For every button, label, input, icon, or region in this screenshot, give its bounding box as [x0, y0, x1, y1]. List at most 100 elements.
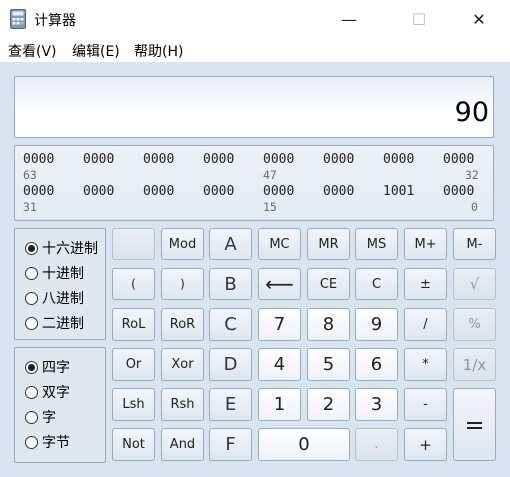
- radio-oct[interactable]: 八进制: [25, 288, 103, 308]
- percent-button[interactable]: %: [453, 308, 496, 341]
- radio-label: 字: [42, 410, 56, 426]
- mr-button[interactable]: MR: [307, 228, 350, 260]
- bit-position-label: 47: [263, 168, 277, 182]
- hex-d-button[interactable]: D: [209, 348, 252, 381]
- bit-nibble[interactable]: 0000: [143, 152, 174, 167]
- bit-nibble[interactable]: 0000: [23, 184, 54, 199]
- bit-nibble[interactable]: 0000: [83, 152, 114, 167]
- minimize-button[interactable]: —: [326, 0, 372, 38]
- radio-label: 八进制: [42, 291, 84, 307]
- title-bar: 计算器 — ☐ ✕: [0, 0, 510, 38]
- digit-4-button[interactable]: 4: [258, 348, 301, 381]
- mod-button[interactable]: Mod: [161, 228, 204, 260]
- bit-nibble[interactable]: 0000: [23, 152, 54, 167]
- close-button[interactable]: ✕: [456, 0, 502, 38]
- bit-nibble[interactable]: 0000: [323, 184, 354, 199]
- digit-6-button[interactable]: 6: [355, 348, 398, 381]
- lsh-button[interactable]: Lsh: [112, 388, 155, 421]
- bit-position-label: 0: [471, 200, 478, 214]
- equals-button[interactable]: =: [453, 388, 496, 461]
- clear-button[interactable]: C: [355, 268, 398, 300]
- xor-button[interactable]: Xor: [161, 348, 204, 381]
- bit-nibble[interactable]: 0000: [83, 184, 114, 199]
- radio-empty-icon: [25, 316, 38, 330]
- bit-nibble[interactable]: 1001: [383, 184, 414, 199]
- digit-3-button[interactable]: 3: [355, 388, 398, 421]
- m-minus-button[interactable]: M-: [453, 228, 496, 260]
- hex-b-button[interactable]: B: [209, 268, 252, 300]
- digit-7-button[interactable]: 7: [258, 308, 301, 341]
- radix-group: 十六进制 十进制 八进制 二进制: [14, 228, 106, 340]
- hex-a-button[interactable]: A: [209, 228, 252, 260]
- digit-8-button[interactable]: 8: [307, 308, 350, 341]
- calculator-icon: [10, 9, 26, 29]
- decimal-button[interactable]: .: [355, 428, 398, 461]
- menu-help[interactable]: 帮助(H): [134, 41, 183, 61]
- radio-label: 四字: [42, 360, 70, 376]
- mc-button[interactable]: MC: [258, 228, 301, 260]
- and-button[interactable]: And: [161, 428, 204, 461]
- bit-nibble[interactable]: 0000: [383, 152, 414, 167]
- bit-nibble[interactable]: 0000: [143, 184, 174, 199]
- radio-label: 双字: [42, 385, 70, 401]
- bit-nibble[interactable]: 0000: [443, 152, 474, 167]
- m-plus-button[interactable]: M+: [404, 228, 447, 260]
- digit-5-button[interactable]: 5: [307, 348, 350, 381]
- not-button[interactable]: Not: [112, 428, 155, 461]
- blank-button[interactable]: [112, 228, 155, 260]
- plus-button[interactable]: +: [404, 428, 447, 461]
- radio-word[interactable]: 字: [25, 407, 103, 427]
- minus-button[interactable]: -: [404, 388, 447, 421]
- radio-dec[interactable]: 十进制: [25, 263, 103, 283]
- radio-dword[interactable]: 双字: [25, 382, 103, 402]
- bit-nibble[interactable]: 0000: [263, 152, 294, 167]
- ror-button[interactable]: RoR: [161, 308, 204, 341]
- divide-button[interactable]: /: [404, 308, 447, 341]
- radio-bin[interactable]: 二进制: [25, 313, 103, 333]
- maximize-icon: ☐: [411, 9, 427, 29]
- or-button[interactable]: Or: [112, 348, 155, 381]
- radio-empty-icon: [25, 385, 38, 399]
- maximize-button[interactable]: ☐: [396, 0, 442, 38]
- digit-0-button[interactable]: 0: [258, 428, 350, 461]
- hex-e-button[interactable]: E: [209, 388, 252, 421]
- hex-c-button[interactable]: C: [209, 308, 252, 341]
- bit-nibble[interactable]: 0000: [263, 184, 294, 199]
- bit-nibble[interactable]: 0000: [323, 152, 354, 167]
- bit-position-label: 15: [263, 200, 277, 214]
- reciprocal-button[interactable]: 1/x: [453, 348, 496, 381]
- bit-nibble[interactable]: 0000: [203, 184, 234, 199]
- ms-button[interactable]: MS: [355, 228, 398, 260]
- display-value: 90: [454, 97, 489, 128]
- digit-9-button[interactable]: 9: [355, 308, 398, 341]
- bit-nibble[interactable]: 0000: [443, 184, 474, 199]
- rol-button[interactable]: RoL: [112, 308, 155, 341]
- plus-minus-button[interactable]: ±: [404, 268, 447, 300]
- radio-label: 十进制: [42, 266, 84, 282]
- hex-f-button[interactable]: F: [209, 428, 252, 461]
- clear-entry-button[interactable]: CE: [307, 268, 350, 300]
- radio-selected-icon: [25, 241, 38, 255]
- menu-edit[interactable]: 编辑(E): [72, 41, 120, 61]
- backspace-button[interactable]: ⟵: [258, 268, 301, 300]
- radio-byte[interactable]: 字节: [25, 432, 103, 452]
- radio-selected-icon: [25, 360, 38, 374]
- rsh-button[interactable]: Rsh: [161, 388, 204, 421]
- digit-2-button[interactable]: 2: [307, 388, 350, 421]
- right-paren-button[interactable]: ): [161, 268, 204, 300]
- bit-nibble[interactable]: 0000: [203, 152, 234, 167]
- digit-1-button[interactable]: 1: [258, 388, 301, 421]
- radio-label: 二进制: [42, 316, 84, 332]
- radio-empty-icon: [25, 410, 38, 424]
- sqrt-button[interactable]: √: [453, 268, 496, 300]
- multiply-button[interactable]: *: [404, 348, 447, 381]
- radio-label: 字节: [42, 435, 70, 451]
- bit-position-label: 31: [23, 200, 37, 214]
- radio-qword[interactable]: 四字: [25, 357, 103, 377]
- left-paren-button[interactable]: (: [112, 268, 155, 300]
- bit-position-label: 63: [23, 168, 37, 182]
- menu-view[interactable]: 查看(V): [8, 41, 57, 61]
- radio-hex[interactable]: 十六进制: [25, 238, 103, 258]
- radio-label: 十六进制: [42, 241, 98, 257]
- bit-position-label: 32: [465, 168, 479, 182]
